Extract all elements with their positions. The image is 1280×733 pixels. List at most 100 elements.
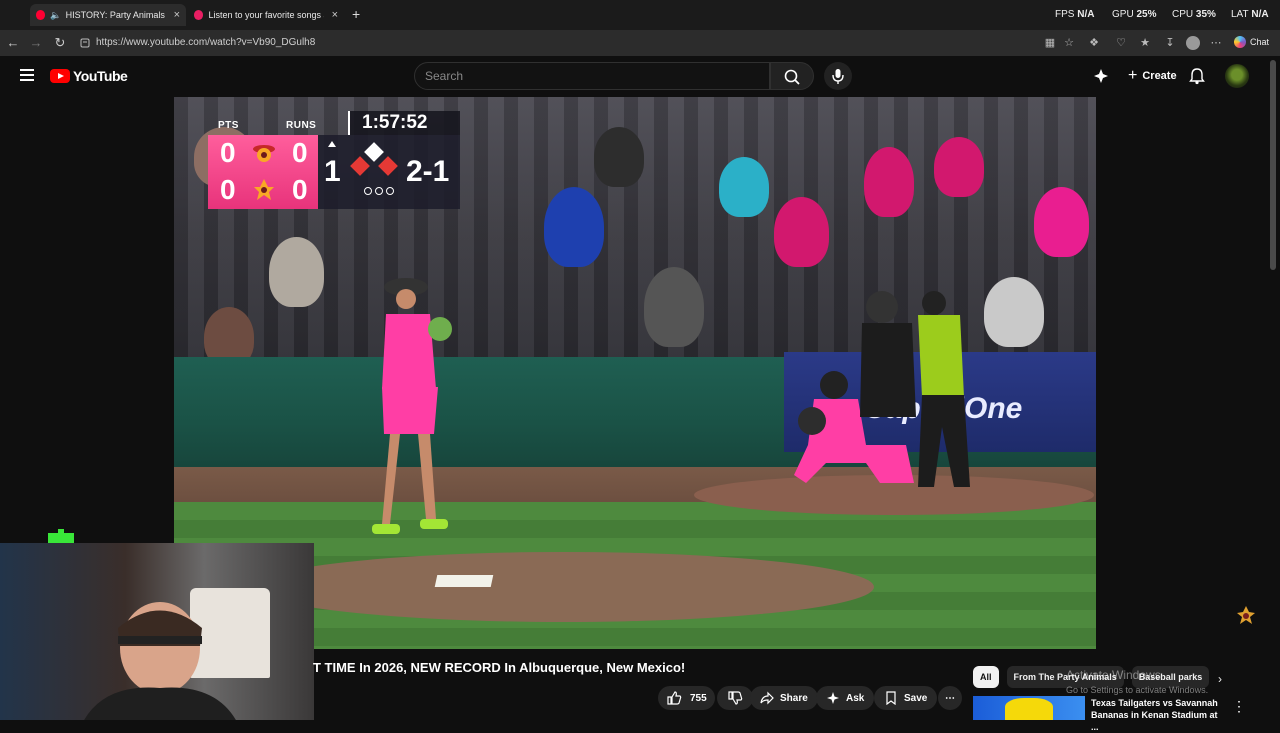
youtube-header: YouTube + Create <box>0 56 1280 96</box>
crowd-figure <box>1034 187 1089 257</box>
save-group: Save <box>874 686 938 710</box>
like-dislike-group: 755 <box>658 686 753 710</box>
share-label: Share <box>780 692 808 704</box>
favorite-star-icon[interactable]: ☆ <box>1062 36 1076 50</box>
runs-label: RUNS <box>286 120 317 131</box>
favorites-icon[interactable]: ★ <box>1138 36 1152 50</box>
create-button[interactable]: + Create <box>1120 64 1185 88</box>
pitching-rubber <box>434 575 494 587</box>
microphone-icon <box>832 69 844 84</box>
recommended-thumbnail[interactable] <box>973 696 1085 720</box>
back-icon[interactable]: ← <box>5 35 21 51</box>
extensions-icon[interactable]: ❖ <box>1087 36 1101 50</box>
thumbs-down-icon <box>728 691 742 705</box>
more-actions-group: ⋯ <box>938 686 962 710</box>
crowd-figure <box>644 267 704 347</box>
share-button[interactable]: Share <box>750 686 818 710</box>
fps-readout: FPS N/A <box>1055 9 1095 20</box>
home-runs: 0 <box>292 174 308 205</box>
video-title: T TIME In 2026, NEW RECORD In Albuquerqu… <box>313 660 686 675</box>
webcam-overlay <box>0 543 314 720</box>
user-avatar[interactable] <box>1225 64 1249 88</box>
crowd-figure <box>719 157 769 217</box>
chip-all[interactable]: All <box>973 666 999 688</box>
chat-label: Chat <box>1250 37 1270 47</box>
more-actions-button[interactable]: ⋯ <box>938 686 962 710</box>
forward-icon[interactable]: → <box>28 35 44 51</box>
crowd-figure <box>594 127 644 187</box>
away-team-row: 0 0 <box>208 135 318 172</box>
crowd-figure <box>269 237 324 307</box>
top-inning-arrow-icon <box>328 141 336 147</box>
inning-number: 1 <box>324 155 341 188</box>
page-scrollbar[interactable] <box>1270 60 1276 270</box>
crowd-figure <box>934 137 984 197</box>
create-label: Create <box>1142 70 1177 82</box>
music-favicon-icon <box>194 10 204 20</box>
browser-tab-history[interactable]: 🔈 HISTORY: Party Animals & Fir × <box>30 4 186 26</box>
like-count: 755 <box>690 692 707 704</box>
away-team-logo-icon <box>253 145 275 162</box>
ask-button[interactable]: Ask <box>816 686 875 710</box>
out-dot-icon <box>375 187 383 195</box>
pts-label: PTS <box>218 120 239 131</box>
like-button[interactable]: 755 <box>658 686 715 710</box>
home-team-row: 0 0 <box>208 172 318 209</box>
chips-next-chevron-icon[interactable]: › <box>1218 672 1222 686</box>
downloads-icon[interactable]: ↧ <box>1163 36 1177 50</box>
reload-icon[interactable]: ↻ <box>52 35 68 51</box>
browser-tab-music[interactable]: Listen to your favorite songs and d × <box>188 4 344 26</box>
channel-watermark-icon[interactable] <box>1236 604 1256 628</box>
speaker-icon: 🔈 <box>50 9 62 20</box>
cpu-readout: CPU 35% <box>1172 9 1216 20</box>
game-clock: 1:57:52 <box>348 111 460 135</box>
home-team-logo-icon <box>254 179 274 200</box>
outs-indicator <box>364 187 394 195</box>
more-menu-icon[interactable]: ⋯ <box>1209 36 1223 50</box>
youtube-logo[interactable]: YouTube <box>50 68 128 84</box>
tab-title: Listen to your favorite songs and d <box>208 10 323 20</box>
out-dot-icon <box>364 187 372 195</box>
copilot-chat-button[interactable]: Chat <box>1234 36 1269 48</box>
recommended-title[interactable]: Texas Tailgaters vs Savannah Bananas in … <box>1091 697 1223 733</box>
out-dot-icon <box>386 187 394 195</box>
tab-title: HISTORY: Party Animals & Fir <box>65 10 166 20</box>
url-field[interactable]: https://www.youtube.com/watch?v=Vb90_DGu… <box>96 37 315 48</box>
activate-windows-subtitle: Go to Settings to activate Windows. <box>1066 685 1209 695</box>
close-tab-icon[interactable]: × <box>174 9 180 21</box>
dislike-button[interactable] <box>716 686 753 710</box>
ask-label: Ask <box>846 692 865 704</box>
activate-windows-title: Activate Windows <box>1066 668 1161 682</box>
browser-essentials-icon[interactable]: ♡ <box>1114 36 1128 50</box>
browser-tab-strip: 🔈 HISTORY: Party Animals & Fir × Listen … <box>0 0 1280 30</box>
search-button[interactable] <box>770 62 814 90</box>
save-button[interactable]: Save <box>874 686 938 710</box>
copilot-icon <box>1234 36 1246 48</box>
thumbs-up-icon <box>667 691 682 705</box>
menu-icon[interactable] <box>20 69 34 81</box>
home-pts: 0 <box>220 174 236 205</box>
pitchers-mound <box>254 552 874 622</box>
ai-sparkle-icon[interactable] <box>1092 67 1110 85</box>
crowd-figure <box>544 187 604 267</box>
team-scores: 0 0 0 0 <box>208 135 318 209</box>
more-horizontal-icon: ⋯ <box>945 692 955 704</box>
away-runs: 0 <box>292 137 308 168</box>
youtube-wordmark: YouTube <box>73 68 128 84</box>
ask-group: Ask <box>816 686 875 710</box>
close-tab-icon[interactable]: × <box>332 9 338 21</box>
scorebug: PTS RUNS 1:57:52 0 0 0 0 1 2-1 <box>208 111 460 209</box>
gpu-readout: GPU 25% <box>1112 9 1157 20</box>
notifications-bell-icon[interactable] <box>1188 67 1206 85</box>
share-arrow-icon <box>760 691 774 705</box>
search-input[interactable] <box>415 63 755 89</box>
game-state: 1 2-1 <box>318 135 460 209</box>
app-available-icon[interactable]: ▦ <box>1043 36 1057 50</box>
new-tab-button[interactable]: + <box>352 6 360 22</box>
recommended-more-icon[interactable]: ⋮ <box>1232 698 1246 715</box>
site-info-icon[interactable] <box>80 37 90 48</box>
voice-search-button[interactable] <box>824 62 852 90</box>
profile-avatar[interactable] <box>1186 36 1200 50</box>
search-icon <box>784 69 800 85</box>
ball-strike-count: 2-1 <box>406 155 450 188</box>
